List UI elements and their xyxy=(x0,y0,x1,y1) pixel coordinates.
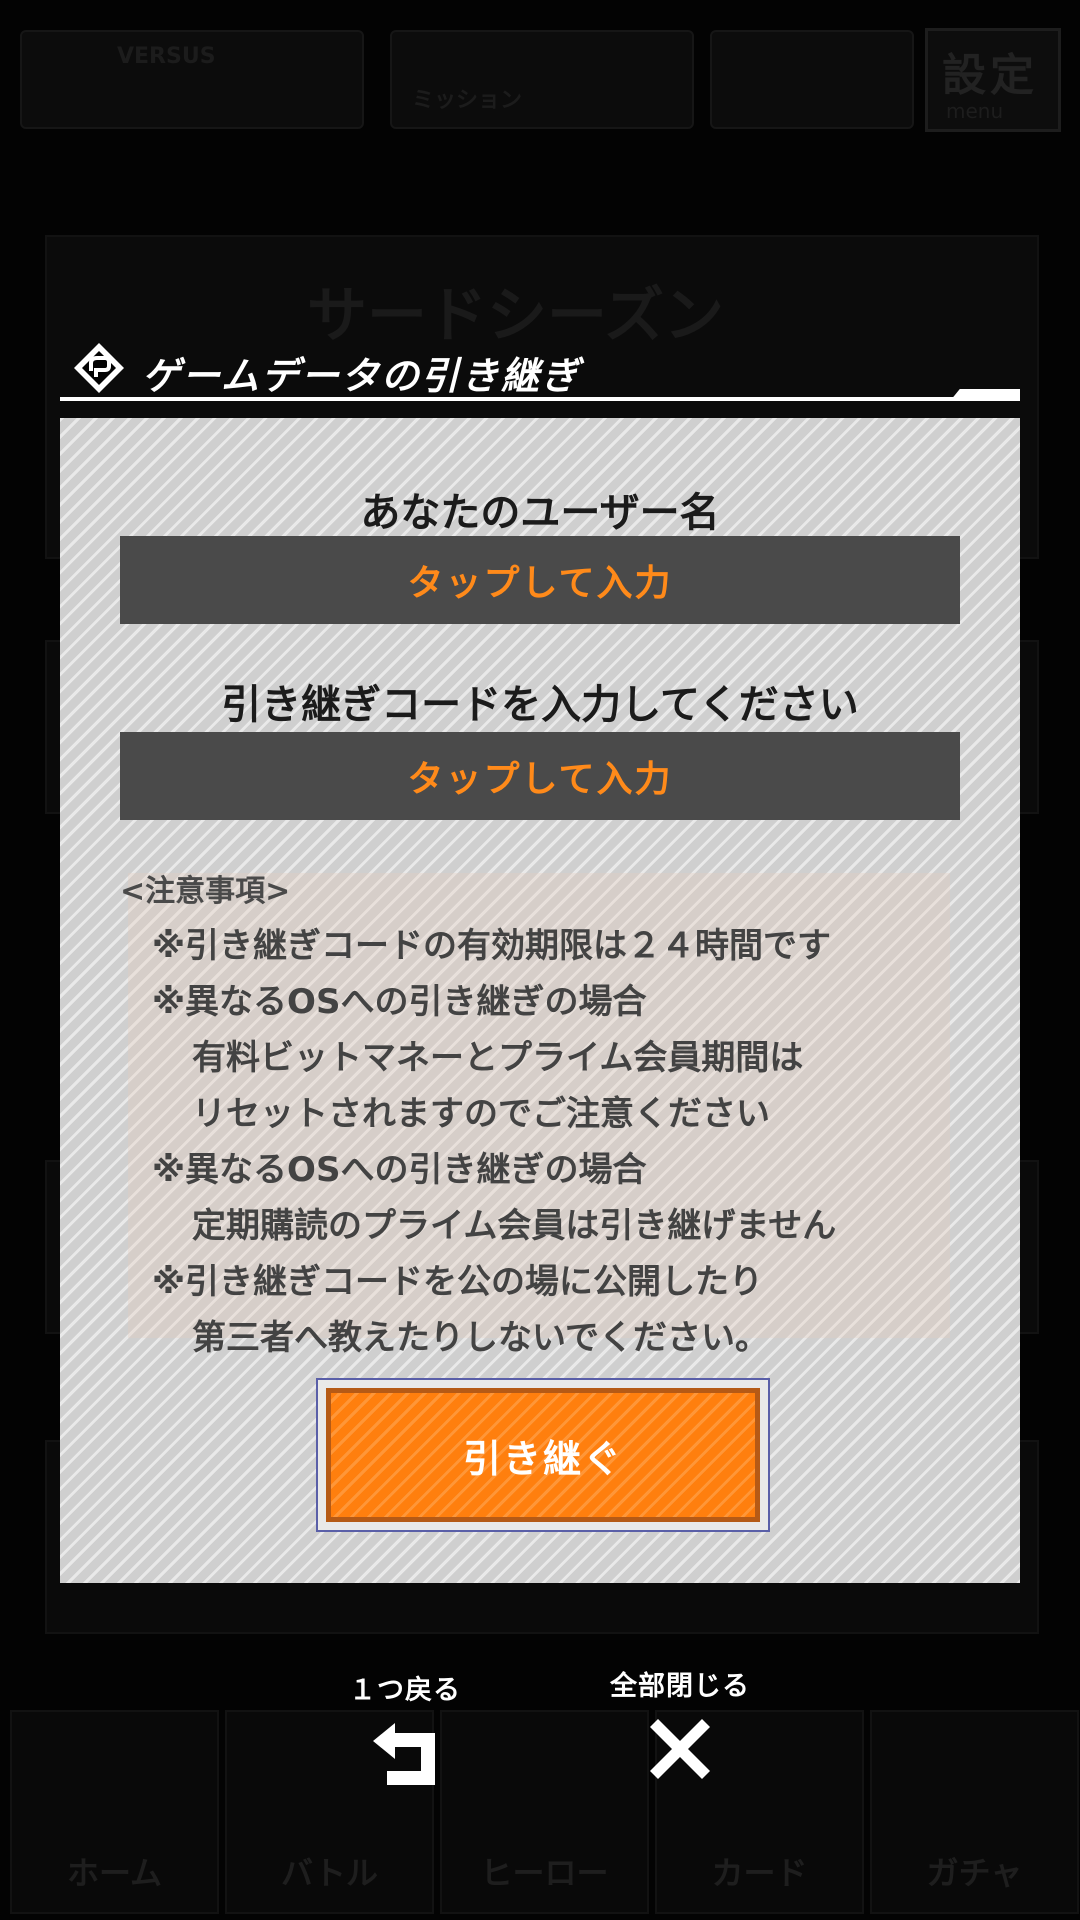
bg-status-panel-3 xyxy=(710,30,914,129)
header-tab-accent xyxy=(950,389,1020,401)
note-line: 第三者へ教えたりしないでください。 xyxy=(192,1318,769,1358)
transfer-code-label: 引き継ぎコードを入力してください xyxy=(221,682,859,728)
bg-nav-label: カード xyxy=(711,1854,808,1892)
back-button[interactable]: １つ戻る xyxy=(330,1668,480,1793)
close-x-icon xyxy=(650,1719,710,1779)
close-all-label: 全部閉じる xyxy=(610,1671,750,1702)
transfer-dialog: あなたのユーザー名 タップして入力 引き継ぎコードを入力してください タップして… xyxy=(60,418,1020,1583)
dialog-title: ゲームデータの引き継ぎ xyxy=(142,354,581,398)
close-all-button[interactable]: 全部閉じる xyxy=(595,1664,765,1789)
bg-settings-label: 設定 xyxy=(942,50,1038,101)
username-label: あなたのユーザー名 xyxy=(360,490,720,536)
bg-status-text: ミッション xyxy=(412,88,523,113)
app-logo-icon xyxy=(74,343,124,393)
back-label: １つ戻る xyxy=(349,1675,461,1706)
bg-nav-label: ヒーロー xyxy=(480,1854,609,1892)
bg-status-panel-1: VERSUS xyxy=(20,30,364,129)
bg-status-panel-2: ミッション xyxy=(390,30,694,129)
note-line: 有料ビットマネーとプライム会員期間は xyxy=(192,1038,804,1078)
bg-status-text: VERSUS xyxy=(117,44,216,69)
dialog-header: ゲームデータの引き継ぎ xyxy=(60,335,1020,401)
note-line: ※引き継ぎコードを公の場に公開したり xyxy=(152,1262,764,1302)
bg-nav-label: バトル xyxy=(281,1854,378,1892)
notes-heading: <注意事項> xyxy=(120,874,291,909)
bg-settings-button: 設定 menu xyxy=(925,28,1061,132)
bg-menu-label: menu xyxy=(946,99,1004,123)
back-arrow-icon xyxy=(373,1723,435,1785)
bg-bottom-nav: ホーム バトル ヒーロー カード ガチャ xyxy=(0,1710,1080,1920)
note-line: リセットされますのでご注意ください xyxy=(192,1094,770,1134)
note-line: ※異なるOSへの引き継ぎの場合 xyxy=(152,1150,647,1190)
header-divider xyxy=(60,397,1020,401)
bg-nav-item-home: ホーム xyxy=(10,1710,219,1914)
note-line: 定期購読のプライム会員は引き継げません xyxy=(192,1206,837,1246)
note-line: ※引き継ぎコードの有効期限は２４時間です xyxy=(152,926,832,966)
transfer-button[interactable]: 引き継ぐ xyxy=(326,1388,760,1522)
note-line: ※異なるOSへの引き継ぎの場合 xyxy=(152,982,647,1022)
transfer-button-frame: 引き継ぐ xyxy=(316,1378,770,1532)
username-input[interactable]: タップして入力 xyxy=(120,536,960,624)
bg-nav-label: ガチャ xyxy=(926,1854,1023,1892)
bg-nav-label: ホーム xyxy=(66,1854,163,1892)
bg-nav-item-gacha: ガチャ xyxy=(870,1710,1079,1914)
transfer-code-input[interactable]: タップして入力 xyxy=(120,732,960,820)
